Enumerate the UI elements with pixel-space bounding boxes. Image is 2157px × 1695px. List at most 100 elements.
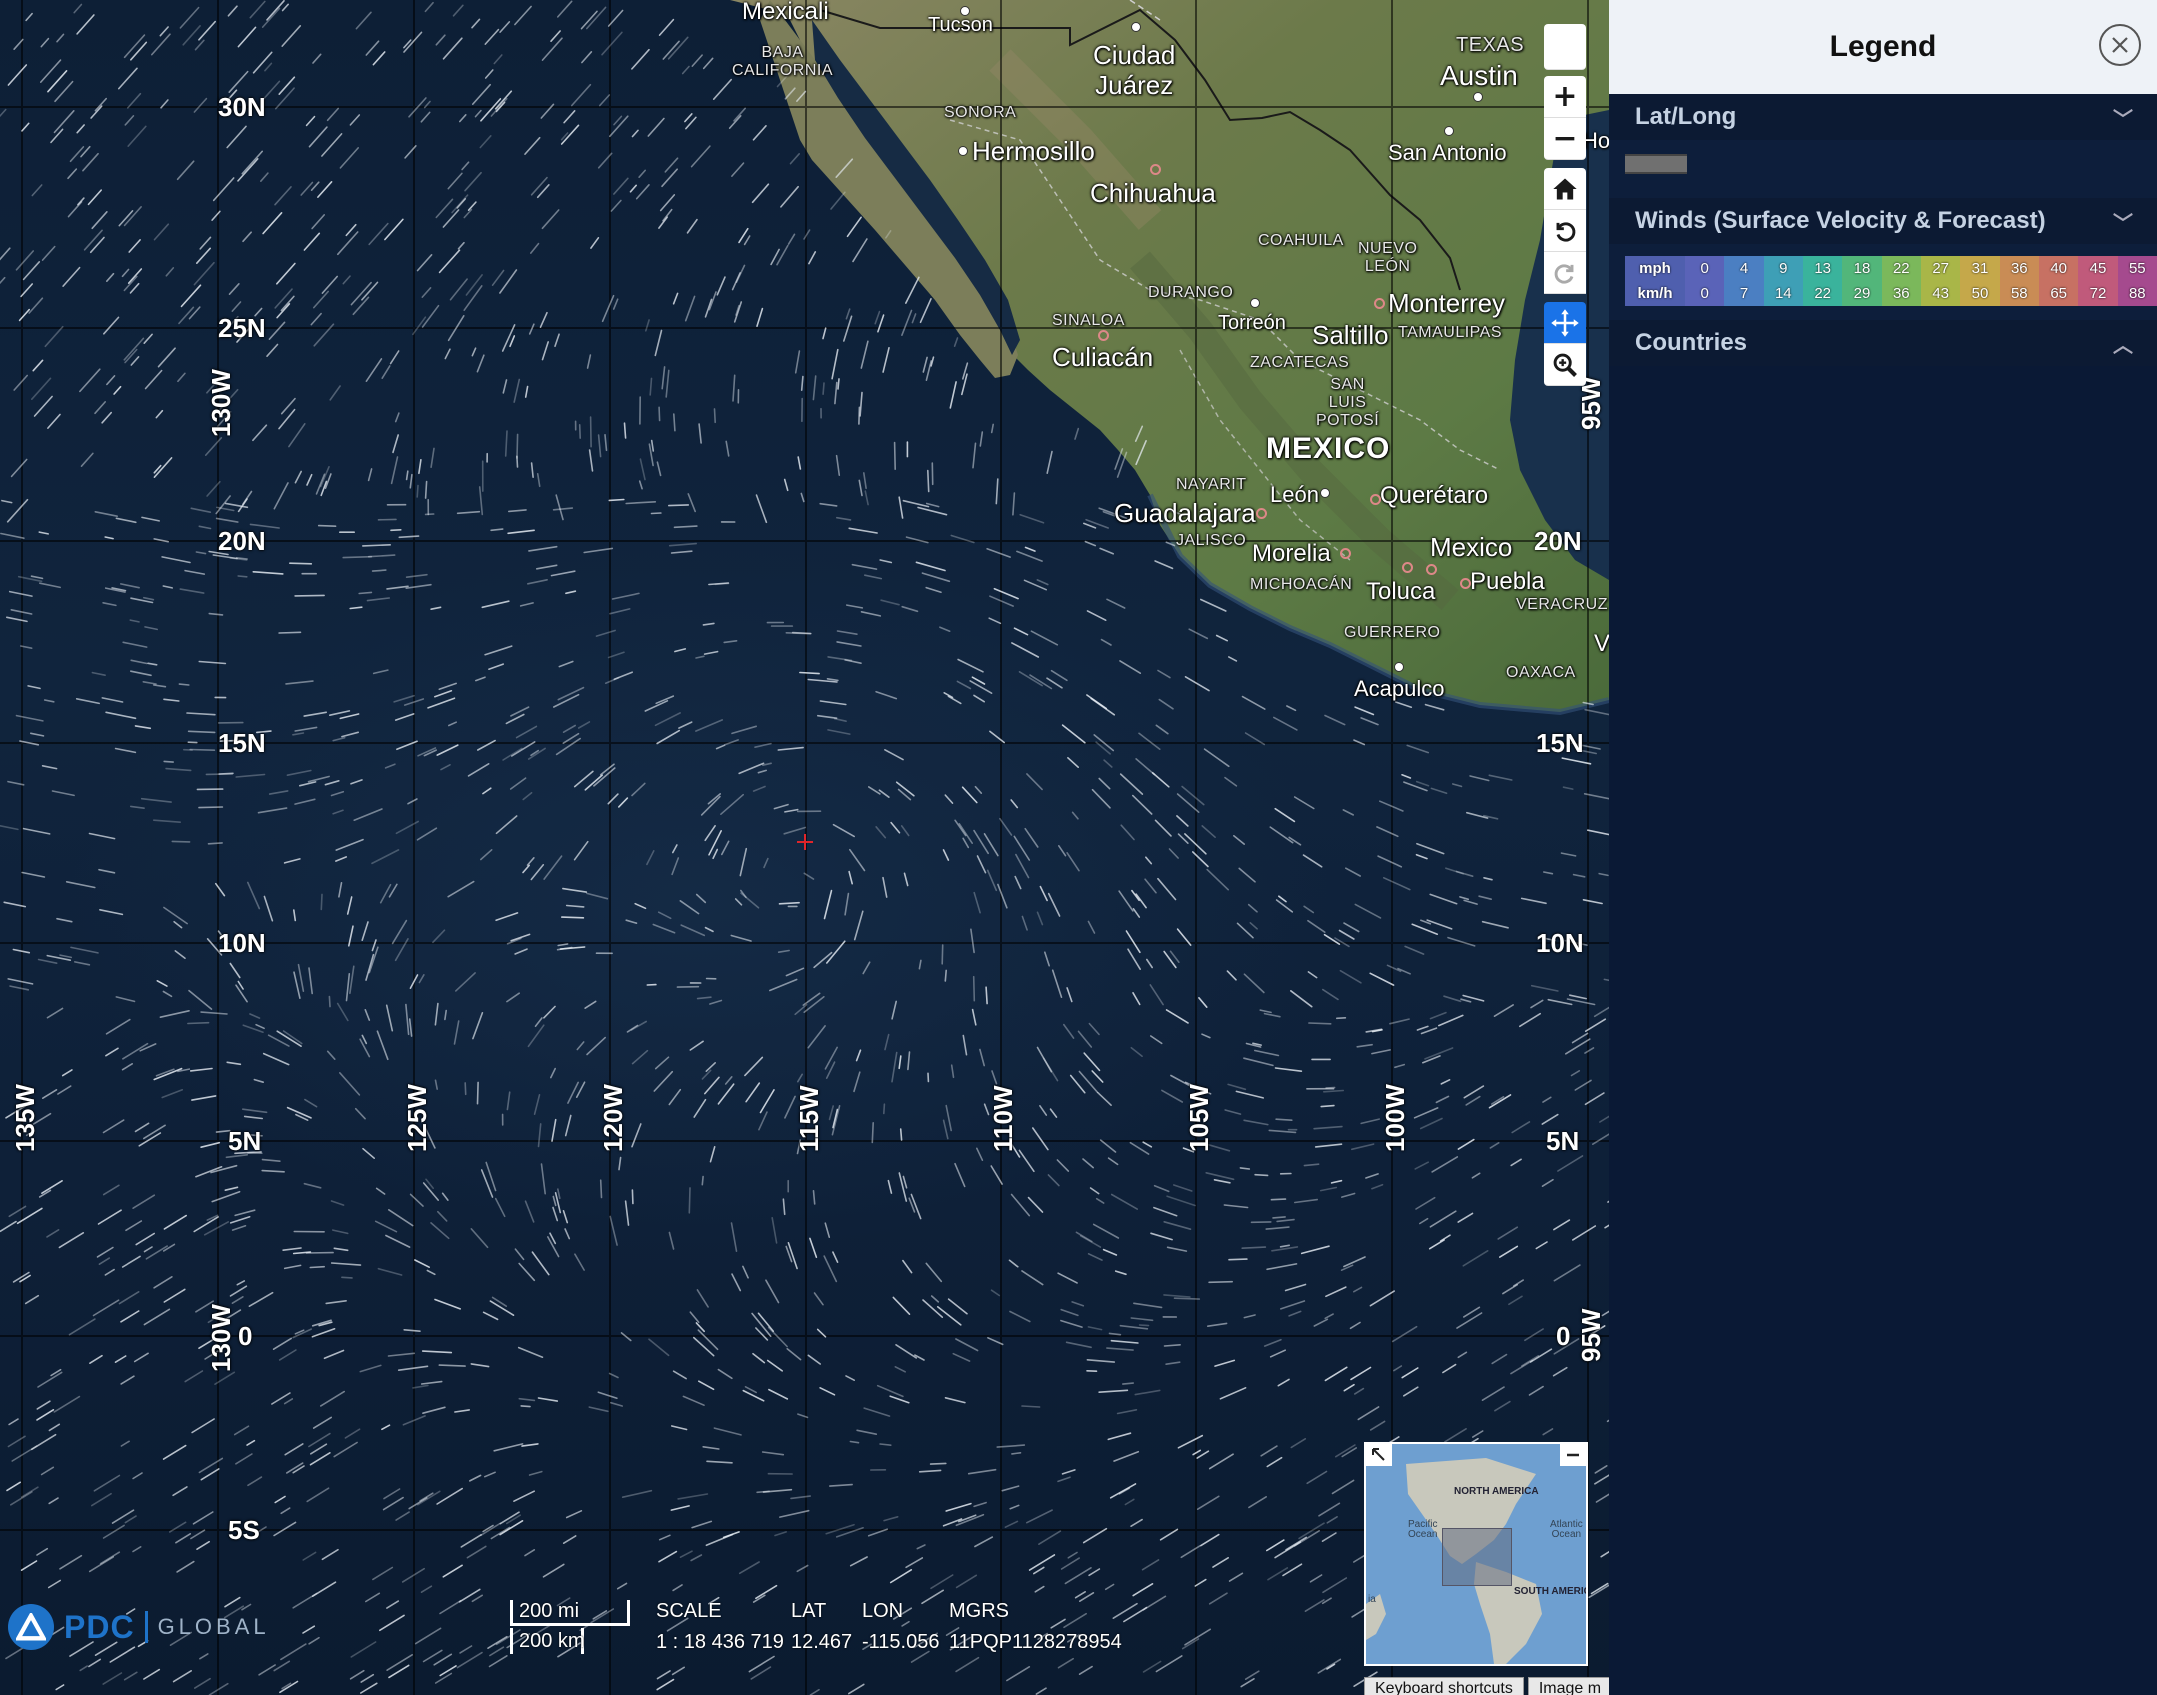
lat-label-right-10n: 10N — [1536, 928, 1584, 958]
wind-scale-cell: 36 — [1881, 281, 1921, 306]
place-hor: Hor — [1582, 128, 1609, 153]
map-toolbar: + − — [1544, 24, 1586, 386]
place-baja-california: BAJA CALIFORNIA — [732, 44, 834, 79]
expand-arrow-icon — [1372, 1448, 1385, 1461]
wind-scale-cell: 9 — [1763, 256, 1803, 281]
city-dot — [1460, 578, 1471, 589]
wind-scale-row-label: km/h — [1625, 281, 1685, 306]
scale-bar-miles: 200 mi — [510, 1600, 630, 1626]
wind-scale-cell: 13 — [1802, 256, 1843, 281]
place-torreon: Torreón — [1218, 312, 1286, 334]
zoom-in-button[interactable]: + — [1544, 76, 1586, 118]
city-dot — [958, 146, 968, 156]
place-michoacan: MICHOACÁN — [1250, 576, 1353, 593]
legend-section-latlong: Lat/Long ﹀ — [1609, 94, 2157, 198]
legend-close-button[interactable] — [2099, 24, 2141, 66]
lon-label-115w: 115W — [794, 1085, 824, 1153]
chevron-up-icon: ︿ — [2113, 332, 2133, 357]
legend-countries-title: Countries — [1635, 329, 1748, 356]
legend-section-winds: Winds (Surface Velocity & Forecast) ﹀ mp… — [1609, 198, 2157, 320]
close-icon — [2112, 37, 2128, 53]
zoom-box-button[interactable] — [1544, 344, 1586, 386]
city-dot — [1098, 330, 1109, 341]
lat-label-10n: 10N — [218, 928, 266, 958]
place-puebla: Puebla — [1470, 568, 1545, 595]
place-nayarit: NAYARIT — [1176, 476, 1247, 493]
place-mexico-country: MEXICO — [1266, 432, 1391, 465]
rotate-right-button[interactable] — [1544, 252, 1586, 294]
city-dot — [1370, 494, 1381, 505]
city-dot — [1340, 548, 1351, 559]
place-mexicali: Mexicali — [742, 0, 829, 25]
home-button[interactable] — [1544, 168, 1586, 210]
place-sonora: SONORA — [944, 104, 1017, 121]
overview-extent-box[interactable] — [1442, 1528, 1512, 1586]
city-dot — [1131, 22, 1141, 32]
legend-countries-header[interactable]: Countries ︿ — [1609, 320, 2157, 366]
city-dot — [1150, 164, 1161, 175]
wind-scale-cell: 4 — [1724, 256, 1764, 281]
map-viewport[interactable]: 30N 25N 20N 15N 10N 5N 0 5S 20N 15N 10N … — [0, 0, 1609, 1695]
place-tamaulipas: TAMAULIPAS — [1398, 324, 1502, 341]
overview-expand-button[interactable] — [1366, 1444, 1392, 1466]
wind-scale-cell: 58 — [1999, 281, 2039, 306]
place-coahuila: COAHUILA — [1258, 232, 1344, 249]
city-dot — [1402, 562, 1413, 573]
graticule-line-swatch — [1625, 154, 1687, 174]
legend-panel: Legend Lat/Long ﹀ Winds (Surface Velocit… — [1609, 0, 2157, 1695]
zoom-out-button[interactable]: − — [1544, 118, 1586, 160]
pdc-logo: PDC GLOBAL — [8, 1602, 270, 1652]
wind-scale-cell: 27 — [1920, 256, 1961, 281]
keyboard-shortcuts-link[interactable]: Keyboard shortcuts — [1364, 1677, 1524, 1695]
scale-km-label: 200 km — [519, 1630, 585, 1652]
logo-divider — [144, 1611, 148, 1643]
legend-title: Legend — [1829, 30, 1937, 63]
place-jalisco: JALISCO — [1176, 532, 1247, 549]
place-durango: DURANGO — [1148, 284, 1234, 301]
place-queretaro: Querétaro — [1380, 482, 1489, 509]
home-icon — [1553, 178, 1577, 199]
rotate-left-button[interactable] — [1544, 210, 1586, 252]
logo-global-text: GLOBAL — [157, 1614, 270, 1639]
lon-label-120w: 120W — [598, 1084, 628, 1152]
lat-label-5n: 5N — [228, 1126, 262, 1156]
wind-scale-cell: 72 — [2078, 281, 2118, 306]
wind-scale-cell: 18 — [1842, 256, 1882, 281]
logo-pdc-text: PDC — [64, 1608, 135, 1645]
legend-latlong-title: Lat/Long — [1635, 103, 1737, 130]
pdc-logo-icon — [8, 1604, 54, 1650]
place-tucson: Tucson — [928, 14, 993, 36]
wind-scale-cell: 88 — [2117, 281, 2157, 306]
overview-collapse-button[interactable] — [1560, 1444, 1586, 1466]
lat-value: 12.467 — [791, 1631, 853, 1653]
mgrs-value: 11PQP1128278954 — [949, 1631, 1122, 1653]
place-san-antonio: San Antonio — [1388, 140, 1507, 165]
lon-label-95w-lower: 95W — [1576, 1308, 1606, 1362]
scale-label: SCALE — [656, 1600, 722, 1622]
lat-label-30n: 30N — [218, 92, 266, 122]
legend-latlong-header[interactable]: Lat/Long ﹀ — [1609, 94, 2157, 140]
overview-ia: ia — [1368, 1594, 1376, 1605]
place-san-luis-potosi: SAN LUIS POTOSÍ — [1316, 376, 1380, 429]
pan-button[interactable] — [1544, 302, 1586, 344]
overview-pacific: Pacific Ocean — [1408, 1519, 1438, 1540]
place-guadalajara: Guadalajara — [1114, 498, 1256, 528]
place-zacatecas: ZACATECAS — [1250, 354, 1350, 371]
place-nuevo-leon: NUEVO LEÓN — [1358, 240, 1418, 275]
image-metadata-link[interactable]: Image m — [1527, 1677, 1609, 1695]
city-dot — [960, 6, 970, 16]
mgrs-label: MGRS — [949, 1600, 1009, 1622]
overview-map[interactable]: NORTH AMERICA Pacific Ocean Atlantic Oce… — [1364, 1442, 1588, 1666]
place-hermosillo: Hermosillo — [972, 136, 1095, 166]
wind-scale-cell: 55 — [2117, 256, 2157, 281]
legend-winds-header[interactable]: Winds (Surface Velocity & Forecast) ﹀ — [1609, 198, 2157, 244]
wind-scale-cell: 36 — [1999, 256, 2039, 281]
legend-winds-title: Winds (Surface Velocity & Forecast) — [1635, 207, 2046, 234]
place-sinaloa: SINALOA — [1052, 312, 1125, 329]
wind-scale-cell: 50 — [1960, 281, 2000, 306]
blank-toolbar-button[interactable] — [1544, 24, 1586, 70]
place-mexico-city: Mexico — [1430, 532, 1513, 562]
place-guerrero: GUERRERO — [1344, 624, 1441, 641]
lat-label-0: 0 — [238, 1321, 253, 1351]
chevron-down-icon: ﹀ — [2113, 106, 2133, 131]
